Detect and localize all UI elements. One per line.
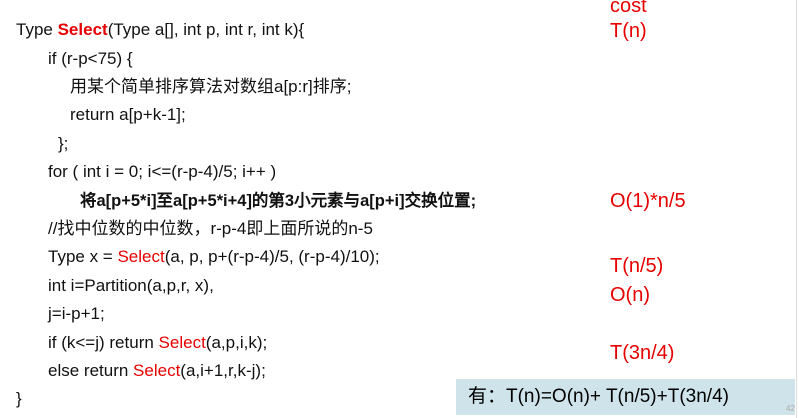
keyword-select: Select [57, 20, 108, 39]
code-text: if (k<=j) return [48, 333, 159, 352]
code-line-j: j=i-p+1; [48, 304, 105, 323]
code-line-close-brace: }; [58, 134, 69, 153]
code-line-else-return: else return Select(a,i+1,r,k-j); [48, 360, 266, 382]
code-line-if-return: if (k<=j) return Select(a,p,i,k); [48, 332, 267, 354]
code-text: (Type a[], int p, int r, int k){ [107, 20, 305, 39]
page-number: 42 [786, 404, 795, 413]
code-text: Type x = [48, 247, 118, 266]
cost-recursive-median: T(n/5) [610, 255, 664, 277]
cost-header: cost [610, 0, 647, 17]
code-line-for: for ( int i = 0; i<=(r-p-4)/5; i++ ) [48, 162, 277, 181]
code-line-final-brace: } [16, 389, 22, 408]
code-line-return: return a[p+k-1]; [70, 105, 186, 124]
code-text: Type [16, 20, 58, 39]
cost-swap: O(1)*n/5 [610, 190, 686, 212]
keyword-select: Select [158, 333, 206, 352]
code-line-signature: Type Select(Type a[], int p, int r, int … [16, 19, 304, 41]
code-line-median-comment: //找中位数的中位数，r-p-4即上面所说的n-5 [48, 219, 373, 238]
keyword-select: Select [133, 361, 181, 380]
code-line-partition: int i=Partition(a,p,r, x), [48, 276, 214, 295]
cost-partition: O(n) [610, 284, 650, 306]
code-text: (a, p, p+(r-p-4)/5, (r-p-4)/10); [164, 247, 380, 266]
code-line-type-x: Type x = Select(a, p, p+(r-p-4)/5, (r-p-… [48, 246, 380, 268]
slide-edge-divider [796, 0, 797, 418]
code-text: (a,i+1,r,k-j); [180, 361, 266, 380]
code-text: else return [48, 361, 134, 380]
code-line-if: if (r-p<75) { [48, 49, 133, 68]
code-line-swap: 将a[p+5*i]至a[p+5*i+4]的第3小元素与a[p+i]交换位置; [80, 192, 477, 210]
cost-recursive-select: T(3n/4) [610, 342, 675, 364]
code-line-sort-comment: 用某个简单排序算法对数组a[p:r]排序; [70, 77, 352, 96]
code-text: (a,p,i,k); [205, 333, 268, 352]
recurrence-formula: 有：T(n)=O(n)+ T(n/5)+T(3n/4) [456, 379, 795, 415]
cost-signature: T(n) [610, 20, 647, 42]
keyword-select: Select [117, 247, 165, 266]
